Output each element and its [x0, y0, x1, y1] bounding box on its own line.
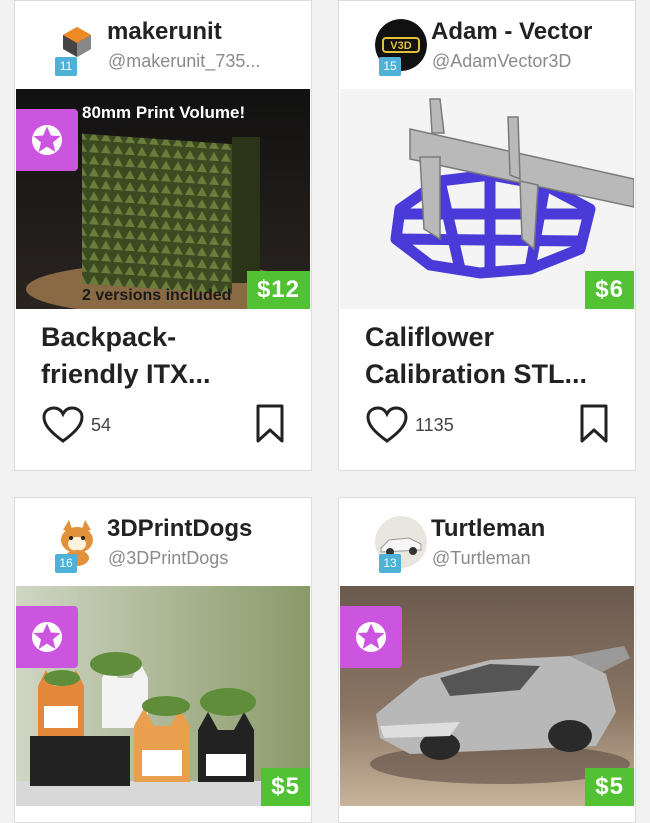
- product-image[interactable]: $5: [16, 586, 310, 806]
- product-title[interactable]: Backpack- friendly ITX...: [41, 319, 301, 393]
- like-button[interactable]: 54: [41, 405, 111, 445]
- product-card[interactable]: 16 3DPrintDogs @3DPrintDogs $5: [14, 497, 312, 823]
- author-handle[interactable]: @makerunit_735...: [108, 51, 260, 72]
- author-name[interactable]: Adam - Vector: [431, 18, 592, 46]
- author-handle[interactable]: @3DPrintDogs: [108, 548, 228, 569]
- svg-text:V3D: V3D: [390, 40, 411, 52]
- bookmark-button[interactable]: [577, 403, 611, 445]
- level-badge: 11: [55, 57, 77, 76]
- card-footer: 1135: [339, 397, 635, 447]
- product-card[interactable]: 13 Turtleman @Turtleman $5: [338, 497, 636, 823]
- author-name[interactable]: makerunit: [107, 18, 222, 46]
- level-badge: 15: [379, 57, 401, 76]
- level-badge: 16: [55, 554, 77, 573]
- like-count: 1135: [415, 414, 454, 435]
- like-count: 54: [91, 414, 112, 435]
- card-header: V3D 15 Adam - Vector @AdamVector3D: [339, 1, 635, 87]
- bookmark-outline-icon: [256, 404, 284, 443]
- card-header: 11 makerunit @makerunit_735...: [15, 1, 311, 87]
- like-button[interactable]: 1135: [365, 405, 454, 445]
- product-image[interactable]: 80mm Print Volume! 2 versions included $…: [16, 89, 310, 309]
- bookmark-button[interactable]: [253, 403, 287, 445]
- card-header: 16 3DPrintDogs @3DPrintDogs: [15, 498, 311, 584]
- star-badge-icon: [32, 622, 62, 652]
- product-image[interactable]: $6: [340, 89, 634, 309]
- star-badge-icon: [356, 622, 386, 652]
- bookmark-outline-icon: [580, 404, 608, 443]
- image-caption: 2 versions included: [82, 287, 232, 304]
- product-card[interactable]: 11 makerunit @makerunit_735... 80mm Prin…: [14, 0, 312, 471]
- product-image[interactable]: $5: [340, 586, 634, 806]
- author-name[interactable]: Turtleman: [431, 515, 545, 543]
- featured-badge: [16, 109, 78, 171]
- price-tag: $6: [585, 271, 634, 309]
- level-badge: 13: [379, 554, 401, 573]
- price-tag: $5: [585, 768, 634, 806]
- heart-outline-icon: [42, 406, 84, 443]
- product-title[interactable]: Califlower Calibration STL...: [365, 319, 625, 393]
- featured-badge: [16, 606, 78, 668]
- author-handle[interactable]: @AdamVector3D: [432, 51, 571, 72]
- author-name[interactable]: 3DPrintDogs: [107, 515, 252, 543]
- card-header: 13 Turtleman @Turtleman: [339, 498, 635, 584]
- price-tag: $5: [261, 768, 310, 806]
- author-handle[interactable]: @Turtleman: [432, 548, 531, 569]
- star-badge-icon: [32, 125, 62, 155]
- card-footer: 54: [15, 397, 311, 447]
- image-caption: 80mm Print Volume!: [82, 103, 246, 122]
- product-card[interactable]: V3D 15 Adam - Vector @AdamVector3D $6 Ca…: [338, 0, 636, 471]
- heart-outline-icon: [366, 406, 408, 443]
- price-tag: $12: [246, 271, 310, 309]
- featured-badge: [340, 606, 402, 668]
